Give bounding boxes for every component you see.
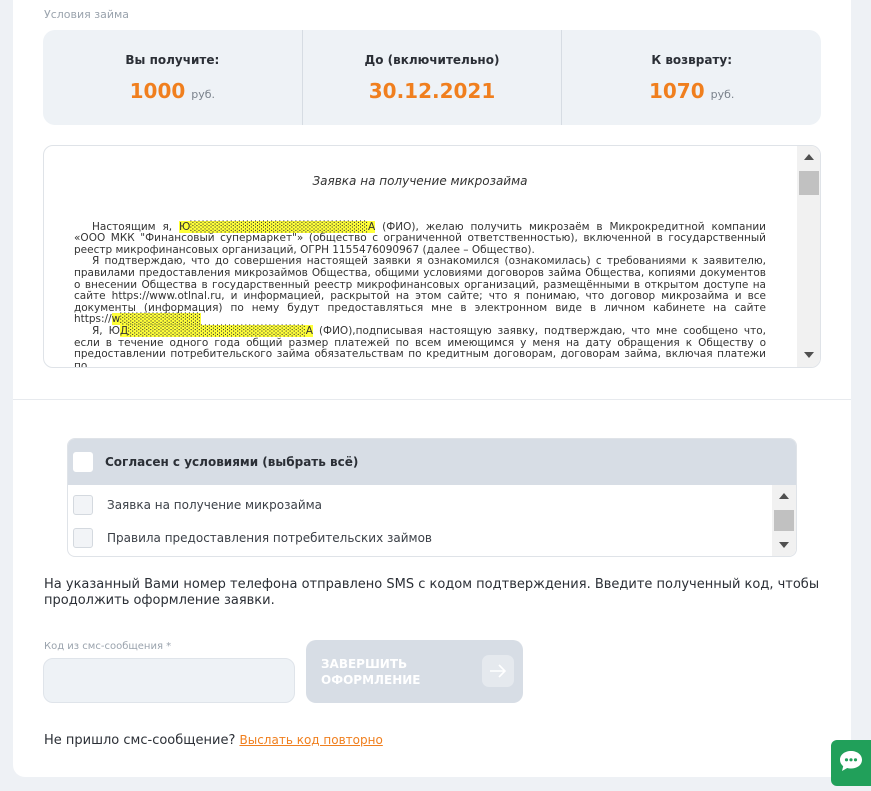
agreement-label: Правила предоставления потребительских з… [107, 531, 432, 545]
application-document-viewer[interactable]: Заявка на получение микрозайма Настоящим… [43, 145, 821, 368]
list-item[interactable]: Правила предоставления потребительских з… [73, 528, 432, 548]
scroll-up-icon[interactable] [779, 493, 789, 499]
term-value: 30.12.2021 [368, 78, 496, 103]
agree-all-checkbox[interactable] [73, 452, 93, 472]
scroll-down-icon[interactable] [779, 542, 789, 548]
chat-bubble-icon [838, 749, 864, 777]
redacted-name: Д░░░░░░░░░░░░░░░░░░░░░░А [119, 324, 313, 337]
term-label: К возврату: [651, 52, 732, 67]
term-value: 1070 [648, 78, 705, 103]
agreement-list: Заявка на получение микрозайма Правила п… [68, 485, 796, 556]
document-title: Заявка на получение микрозайма [312, 174, 528, 188]
resend-row: Не пришло смс-сообщение? Выслать код пов… [44, 733, 383, 748]
list-item[interactable]: Заявка на получение микрозайма [73, 495, 322, 515]
scroll-up-icon[interactable] [804, 154, 814, 160]
agreement-scroll-thumb[interactable] [774, 510, 794, 531]
term-repay: К возврату: 1070 руб. [562, 30, 821, 125]
finish-button-label: Завершить оформление [321, 656, 421, 687]
sms-code-input[interactable] [43, 658, 295, 703]
sms-code-label: Код из смс-сообщения * [44, 641, 172, 652]
document-paragraph: Я, ЮД░░░░░░░░░░░░░░░░░░░░░░А (ФИО),подпи… [74, 324, 766, 368]
finish-application-button[interactable]: Завершить оформление [306, 640, 523, 703]
section-label: Условия займа [44, 8, 130, 21]
section-divider [13, 399, 851, 400]
agreement-panel: Согласен с условиями (выбрать всё) Заявк… [67, 438, 797, 557]
redacted-url: w░░░░░░░░░░ [111, 313, 201, 326]
arrow-right-icon [482, 655, 514, 687]
agreement-checkbox[interactable] [73, 528, 93, 548]
term-amount: Вы получите: 1000 руб. [43, 30, 303, 125]
resend-text: Не пришло смс-сообщение? [44, 733, 236, 748]
agreement-label: Заявка на получение микрозайма [107, 498, 323, 512]
agree-all-label: Согласен с условиями (выбрать всё) [105, 455, 359, 469]
term-due-date: До (включительно) 30.12.2021 [303, 30, 563, 125]
chat-button[interactable] [831, 740, 871, 786]
term-label: Вы получите: [125, 52, 220, 67]
term-value: 1000 [129, 78, 186, 103]
term-unit: руб. [191, 87, 216, 101]
document-paragraph: Настоящим я, Ю░░░░░░░░░░░░░░░░░░░░░░А (Ф… [74, 220, 766, 256]
agreement-checkbox[interactable] [73, 495, 93, 515]
redacted-name: Ю░░░░░░░░░░░░░░░░░░░░░░А [179, 220, 376, 233]
loan-terms-panel: Вы получите: 1000 руб. До (включительно) … [43, 30, 821, 125]
resend-code-link[interactable]: Выслать код повторно [240, 733, 383, 747]
document-paragraph: Я подтверждаю, что до совершения настоящ… [74, 255, 766, 326]
sms-notice: На указанный Вами номер телефона отправл… [44, 577, 820, 608]
document-scroll-thumb[interactable] [799, 171, 819, 195]
agree-all-row[interactable]: Согласен с условиями (выбрать всё) [68, 439, 796, 485]
term-label: До (включительно) [364, 52, 500, 67]
document-content: Заявка на получение микрозайма Настоящим… [74, 174, 766, 368]
term-unit: руб. [710, 87, 735, 101]
scroll-down-icon[interactable] [804, 352, 814, 358]
